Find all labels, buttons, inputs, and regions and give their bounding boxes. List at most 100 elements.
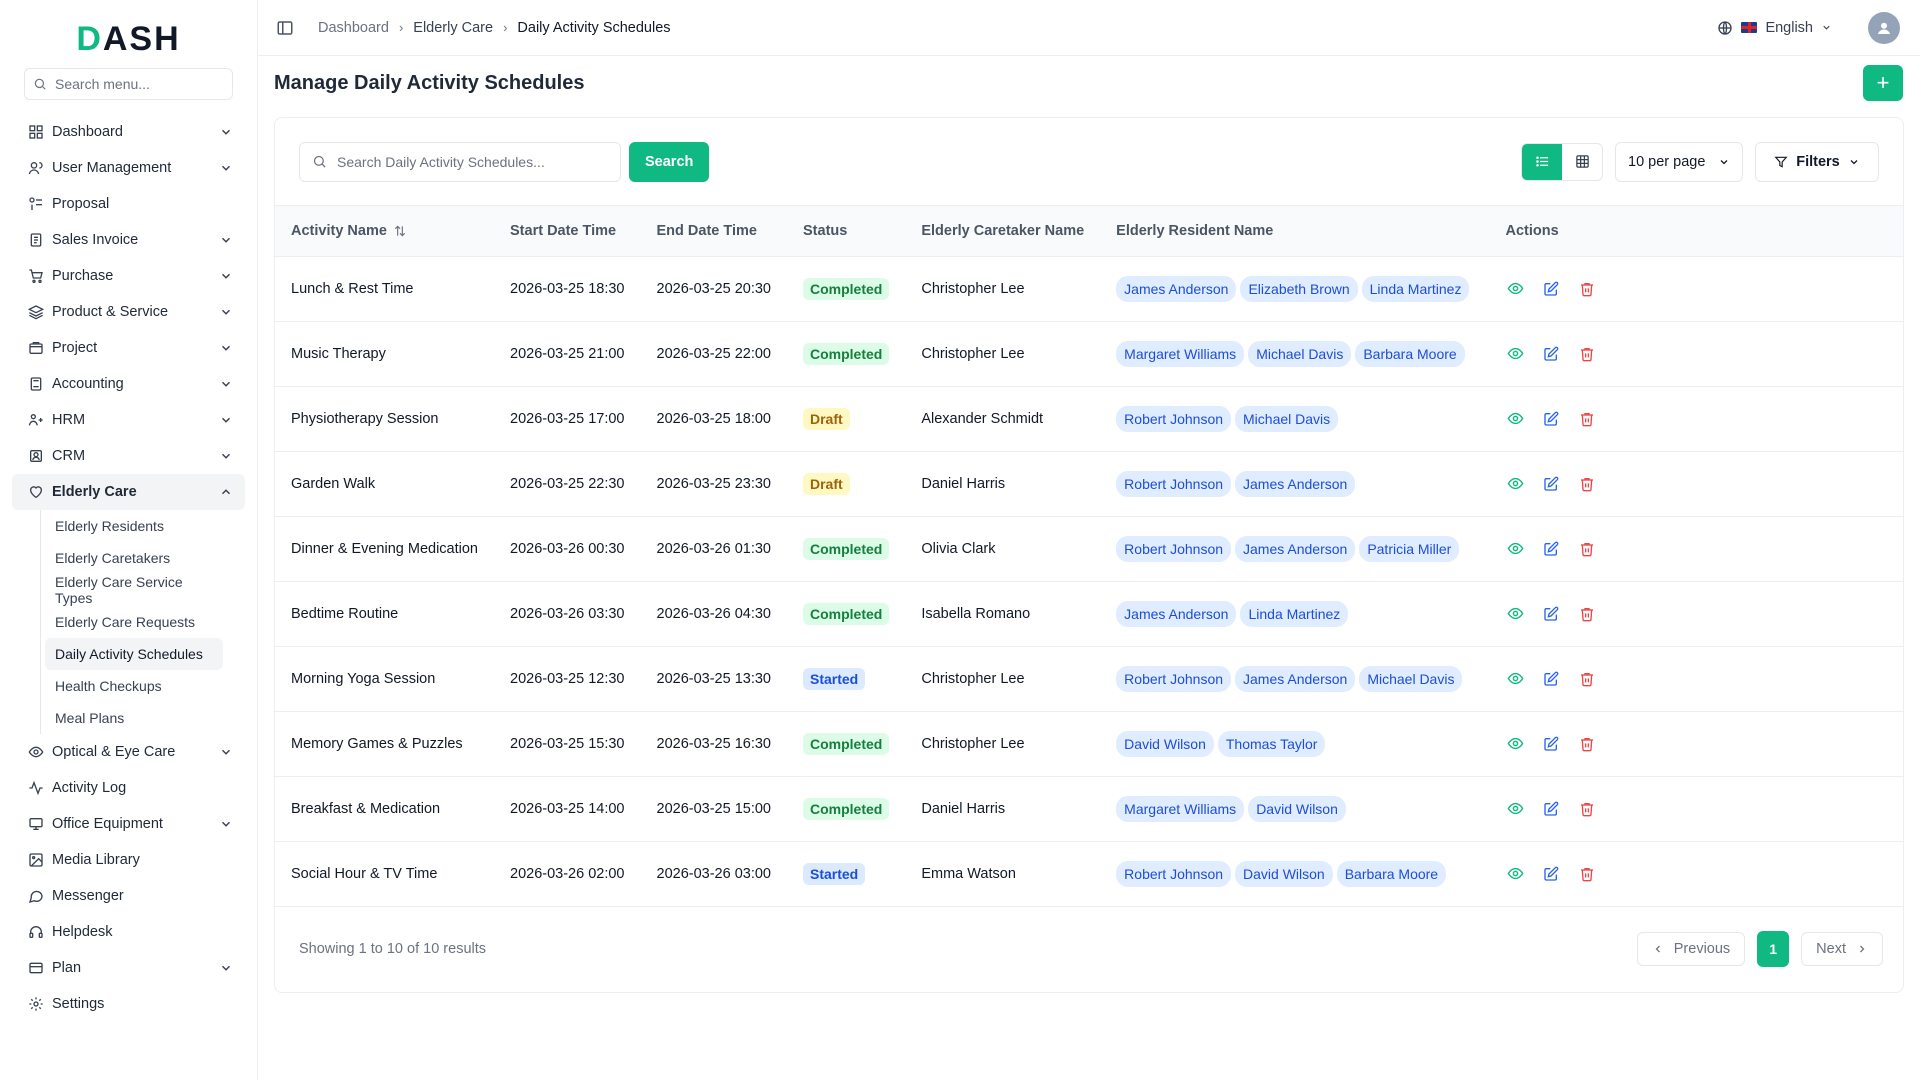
resident-chip[interactable]: Robert Johnson — [1116, 860, 1232, 887]
view-icon[interactable] — [1505, 604, 1525, 624]
delete-icon[interactable] — [1577, 409, 1597, 429]
sidebar-item-product-and-service[interactable]: Product & Service — [12, 294, 245, 330]
breadcrumb-dashboard[interactable]: Dashboard — [318, 20, 389, 36]
resident-chip[interactable]: Margaret Williams — [1116, 340, 1245, 367]
sidebar-item-crm[interactable]: CRM — [12, 438, 245, 474]
sidebar-subitem-health-checkups[interactable]: Health Checkups — [45, 670, 223, 702]
page-1-button[interactable]: 1 — [1757, 930, 1790, 967]
view-icon[interactable] — [1505, 864, 1525, 884]
resident-chip[interactable]: James Anderson — [1235, 470, 1356, 497]
sidebar-item-helpdesk[interactable]: Helpdesk — [12, 914, 245, 950]
sidebar-item-accounting[interactable]: Accounting — [12, 366, 245, 402]
sidebar-subitem-elderly-caretakers[interactable]: Elderly Caretakers — [45, 542, 223, 574]
view-icon[interactable] — [1505, 539, 1525, 559]
resident-chip[interactable]: Elizabeth Brown — [1240, 275, 1358, 302]
next-page-button[interactable]: Next — [1801, 931, 1883, 966]
sidebar-toggle-icon[interactable] — [276, 19, 294, 37]
sidebar-item-plan[interactable]: Plan — [12, 950, 245, 986]
grid-view-button[interactable] — [1562, 144, 1602, 180]
sidebar-item-elderly-care[interactable]: Elderly Care — [12, 474, 245, 510]
delete-icon[interactable] — [1577, 864, 1597, 884]
resident-chip[interactable]: Margaret Williams — [1116, 795, 1245, 822]
resident-chip[interactable]: Robert Johnson — [1116, 665, 1232, 692]
per-page-select[interactable]: 10 per page — [1615, 141, 1743, 182]
previous-page-button[interactable]: Previous — [1636, 931, 1746, 966]
sidebar-item-settings[interactable]: Settings — [12, 986, 245, 1022]
view-icon[interactable] — [1505, 409, 1525, 429]
sidebar-item-activity-log[interactable]: Activity Log — [12, 770, 245, 806]
edit-icon[interactable] — [1541, 799, 1561, 819]
view-icon[interactable] — [1505, 279, 1525, 299]
view-icon[interactable] — [1505, 344, 1525, 364]
resident-chip[interactable]: James Anderson — [1116, 275, 1237, 302]
sidebar-item-hrm[interactable]: HRM — [12, 402, 245, 438]
sidebar-item-purchase[interactable]: Purchase — [12, 258, 245, 294]
sidebar-subitem-meal-plans[interactable]: Meal Plans — [45, 702, 223, 734]
sidebar-subitem-elderly-residents[interactable]: Elderly Residents — [45, 510, 223, 542]
sidebar-item-optical-and-eye-care[interactable]: Optical & Eye Care — [12, 734, 245, 770]
resident-chip[interactable]: Linda Martinez — [1240, 600, 1349, 627]
delete-icon[interactable] — [1577, 604, 1597, 624]
sidebar-item-messenger[interactable]: Messenger — [12, 878, 245, 914]
sidebar-item-dashboard[interactable]: Dashboard — [12, 114, 245, 150]
resident-chip[interactable]: David Wilson — [1248, 795, 1346, 822]
resident-chip[interactable]: Michael Davis — [1235, 405, 1339, 432]
logo[interactable]: D ASH — [12, 16, 245, 62]
list-view-button[interactable] — [1522, 143, 1562, 180]
edit-icon[interactable] — [1541, 409, 1561, 429]
view-icon[interactable] — [1505, 474, 1525, 494]
sidebar-subitem-elderly-care-service-types[interactable]: Elderly Care Service Types — [45, 574, 223, 606]
resident-chip[interactable]: Patricia Miller — [1359, 535, 1460, 562]
schedule-search[interactable] — [299, 141, 621, 182]
sidebar-item-user-management[interactable]: User Management — [12, 150, 245, 186]
view-icon[interactable] — [1505, 799, 1525, 819]
delete-icon[interactable] — [1577, 669, 1597, 689]
filters-button[interactable]: Filters — [1755, 141, 1879, 182]
resident-chip[interactable]: David Wilson — [1116, 730, 1214, 757]
resident-chip[interactable]: James Anderson — [1235, 665, 1356, 692]
breadcrumb-elderly-care[interactable]: Elderly Care — [413, 20, 493, 36]
avatar[interactable] — [1868, 11, 1900, 44]
edit-icon[interactable] — [1541, 539, 1561, 559]
sidebar-item-sales-invoice[interactable]: Sales Invoice — [12, 222, 245, 258]
delete-icon[interactable] — [1577, 539, 1597, 559]
view-icon[interactable] — [1505, 734, 1525, 754]
edit-icon[interactable] — [1541, 279, 1561, 299]
sidebar-subitem-daily-activity-schedules[interactable]: Daily Activity Schedules — [45, 638, 223, 670]
resident-chip[interactable]: Barbara Moore — [1336, 860, 1447, 887]
edit-icon[interactable] — [1541, 864, 1561, 884]
add-schedule-button[interactable]: + — [1863, 65, 1903, 101]
edit-icon[interactable] — [1541, 474, 1561, 494]
edit-icon[interactable] — [1541, 604, 1561, 624]
resident-chip[interactable]: James Anderson — [1116, 600, 1237, 627]
resident-chip[interactable]: Michael Davis — [1248, 340, 1352, 367]
delete-icon[interactable] — [1577, 279, 1597, 299]
edit-icon[interactable] — [1541, 734, 1561, 754]
edit-icon[interactable] — [1541, 344, 1561, 364]
edit-icon[interactable] — [1541, 669, 1561, 689]
resident-chip[interactable]: Robert Johnson — [1116, 405, 1232, 432]
resident-chip[interactable]: James Anderson — [1235, 535, 1356, 562]
schedule-search-input[interactable] — [337, 153, 608, 170]
column-activity-name[interactable]: Activity Name — [275, 206, 494, 257]
sidebar-search[interactable]: Search menu... — [24, 68, 233, 100]
delete-icon[interactable] — [1577, 734, 1597, 754]
language-selector[interactable]: English — [1717, 20, 1832, 36]
resident-chip[interactable]: Linda Martinez — [1361, 275, 1470, 302]
sidebar-item-office-equipment[interactable]: Office Equipment — [12, 806, 245, 842]
resident-chip[interactable]: Michael Davis — [1359, 665, 1463, 692]
search-button[interactable]: Search — [629, 141, 710, 182]
sidebar-item-proposal[interactable]: Proposal — [12, 186, 245, 222]
resident-chip[interactable]: David Wilson — [1235, 860, 1333, 887]
resident-chip[interactable]: Robert Johnson — [1116, 470, 1232, 497]
sidebar-item-project[interactable]: Project — [12, 330, 245, 366]
delete-icon[interactable] — [1577, 344, 1597, 364]
delete-icon[interactable] — [1577, 799, 1597, 819]
resident-chip[interactable]: Barbara Moore — [1355, 340, 1465, 367]
resident-chip[interactable]: Thomas Taylor — [1217, 730, 1326, 757]
resident-chip[interactable]: Robert Johnson — [1116, 535, 1232, 562]
view-icon[interactable] — [1505, 669, 1525, 689]
sidebar-item-media-library[interactable]: Media Library — [12, 842, 245, 878]
sidebar-subitem-elderly-care-requests[interactable]: Elderly Care Requests — [45, 606, 223, 638]
delete-icon[interactable] — [1577, 474, 1597, 494]
